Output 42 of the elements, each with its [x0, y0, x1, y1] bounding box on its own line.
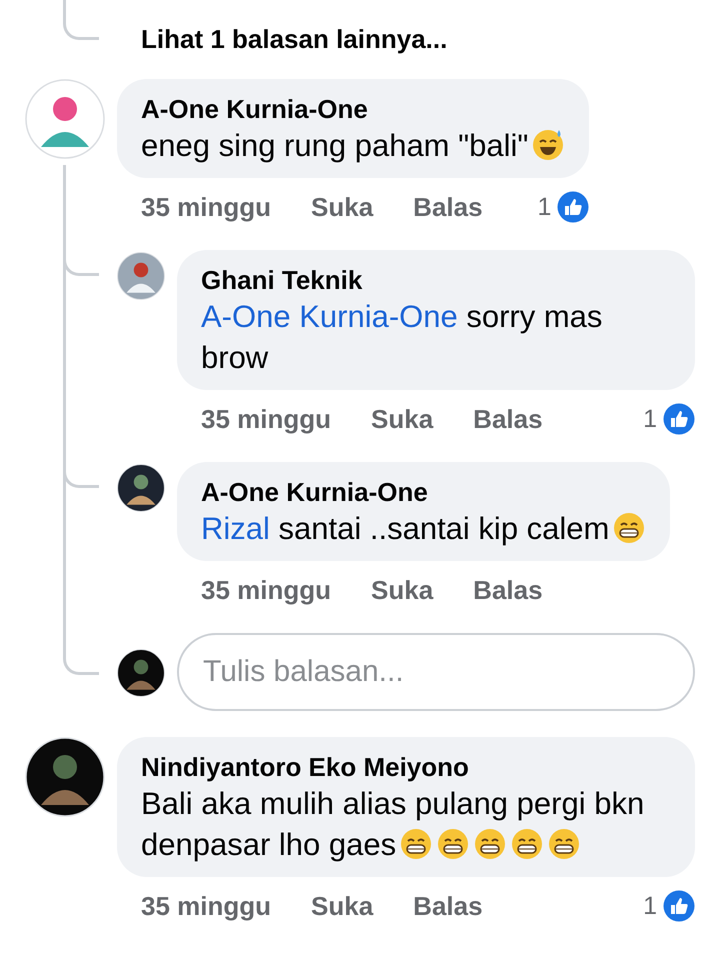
grin-emoji-icon [399, 827, 434, 861]
like-count: 1 [643, 404, 657, 434]
like-icon [557, 191, 590, 223]
author-name: Nindiyantoro Eko Meiyono [141, 751, 470, 783]
more-replies-link[interactable]: Lihat 1 balasan lainnya... [117, 0, 448, 79]
author-name: Ghani Teknik [201, 264, 364, 296]
reply-input-field[interactable]: Tulis balasan... [177, 633, 695, 711]
like-button[interactable]: Suka [371, 404, 434, 434]
reply-button[interactable]: Balas [413, 890, 483, 922]
thread-connector [63, 633, 99, 675]
thread-connector [63, 0, 99, 40]
like-button[interactable]: Suka [371, 574, 434, 606]
reply-button[interactable]: Balas [413, 192, 483, 222]
comment-time[interactable]: 35 minggu [141, 890, 272, 922]
grin-emoji-icon [473, 827, 508, 861]
comment-text: Bali aka mulih alias pulang pergi bkn denpasar lho gaes [141, 785, 646, 864]
comment-text: A-One Kurnia-One sorry mas brow [201, 298, 604, 377]
comment-time[interactable]: 35 minggu [141, 192, 272, 222]
comment-time[interactable]: 35 minggu [201, 574, 332, 606]
like-button[interactable]: Suka [311, 192, 374, 222]
grin-emoji-icon [436, 827, 470, 861]
avatar[interactable] [117, 464, 165, 512]
like-button[interactable]: Suka [311, 890, 374, 922]
like-icon [663, 403, 695, 435]
grin-emoji-icon [612, 511, 646, 545]
comment-time[interactable]: 35 minggu [201, 404, 332, 434]
mention-link[interactable]: Rizal [201, 511, 270, 546]
author-name: A-One Kurnia-One [141, 93, 369, 125]
reply-button[interactable]: Balas [473, 574, 543, 606]
grin-emoji-icon [547, 827, 582, 861]
mention-link[interactable]: A-One Kurnia-One [201, 299, 458, 334]
reply-button[interactable]: Balas [473, 404, 543, 434]
like-count: 1 [643, 892, 657, 920]
avatar[interactable] [25, 737, 105, 817]
comment-text: Rizal santai ..santai kip calem [201, 508, 646, 549]
like-count: 1 [537, 192, 552, 222]
grin-emoji-icon [510, 827, 544, 861]
like-icon [663, 890, 695, 922]
sweat-smile-emoji-icon [531, 128, 566, 162]
comment-text: eneg sing rung paham "bali" [141, 125, 566, 166]
author-name: A-One Kurnia-One [201, 476, 429, 508]
avatar[interactable] [117, 649, 165, 697]
